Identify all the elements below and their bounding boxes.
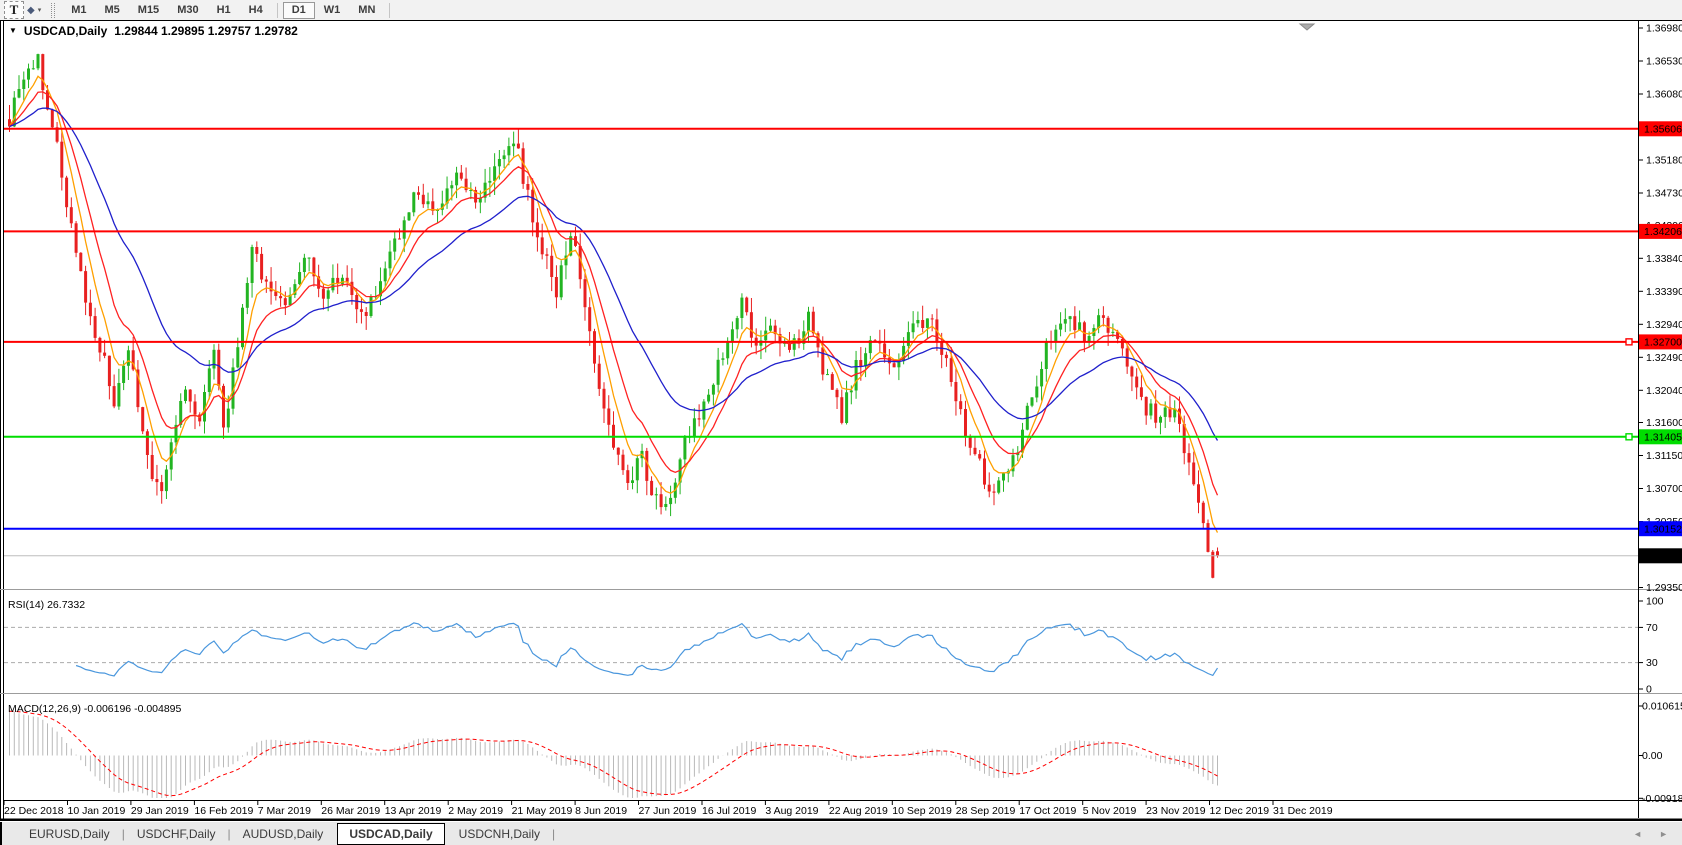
timeframe-button-m5[interactable]: M5 xyxy=(96,2,129,19)
tab-usdcad[interactable]: USDCAD,Daily xyxy=(337,823,444,845)
chart-tabs: EURUSD,Daily|USDCHF,Daily|AUDUSD,DailyUS… xyxy=(18,823,556,845)
chart-tab-bar: EURUSD,Daily|USDCHF,Daily|AUDUSD,DailyUS… xyxy=(0,822,1682,845)
svg-text:1.35606: 1.35606 xyxy=(1644,124,1682,136)
svg-text:1.33390: 1.33390 xyxy=(1646,286,1682,298)
timeframe-button-m1[interactable]: M1 xyxy=(62,2,95,19)
svg-text:29 Jan 2019: 29 Jan 2019 xyxy=(131,805,189,817)
svg-text:1.33840: 1.33840 xyxy=(1646,253,1682,265)
chart-ohlc-values: 1.29844 1.29895 1.29757 1.29782 xyxy=(114,24,298,38)
chart-title: ▼ USDCAD,Daily 1.29844 1.29895 1.29757 1… xyxy=(9,24,298,38)
tab-scroll-right-icon[interactable]: ► xyxy=(1659,829,1668,839)
macd-label: MACD(12,26,9) -0.006196 -0.004895 xyxy=(8,703,182,715)
chart-symbol-label: USDCAD,Daily xyxy=(24,24,107,38)
svg-text:12 Dec 2019: 12 Dec 2019 xyxy=(1210,805,1270,817)
svg-text:26 Mar 2019: 26 Mar 2019 xyxy=(321,805,380,817)
tab-audusd[interactable]: AUDUSD,Daily xyxy=(232,824,335,844)
svg-text:1.36980: 1.36980 xyxy=(1646,23,1682,35)
svg-text:1.32490: 1.32490 xyxy=(1646,352,1682,364)
timeframe-button-d1[interactable]: D1 xyxy=(283,2,315,19)
svg-text:1.31150: 1.31150 xyxy=(1646,450,1682,462)
svg-text:22 Aug 2019: 22 Aug 2019 xyxy=(829,805,888,817)
timeframe-button-h4[interactable]: H4 xyxy=(240,2,272,19)
svg-text:1.30152: 1.30152 xyxy=(1644,524,1682,536)
svg-text:31 Dec 2019: 31 Dec 2019 xyxy=(1273,805,1333,817)
svg-text:0.00: 0.00 xyxy=(1642,750,1663,762)
timeframe-buttons: M1M5M15M30H1H4 D1W1MN xyxy=(62,2,395,19)
tab-usdchf[interactable]: USDCHF,Daily xyxy=(126,824,227,844)
svg-text:70: 70 xyxy=(1646,622,1658,634)
svg-text:2 May 2019: 2 May 2019 xyxy=(448,805,503,817)
svg-text:5 Nov 2019: 5 Nov 2019 xyxy=(1083,805,1137,817)
svg-text:0.010615: 0.010615 xyxy=(1642,701,1682,713)
objects-dropdown-button[interactable]: ◆ ▾ xyxy=(24,1,44,19)
text-tool-button[interactable]: T xyxy=(4,1,24,19)
toolbar-separator xyxy=(277,3,278,18)
top-toolbar: T ◆ ▾ M1M5M15M30H1H4 D1W1MN xyxy=(0,0,1682,20)
tab-scroll-left-icon[interactable]: ◄ xyxy=(1633,829,1642,839)
rsi-label: RSI(14) 26.7332 xyxy=(8,599,85,611)
svg-text:21 May 2019: 21 May 2019 xyxy=(512,805,573,817)
svg-text:1.36530: 1.36530 xyxy=(1646,56,1682,68)
timeframe-button-mn[interactable]: MN xyxy=(349,2,384,19)
svg-text:30: 30 xyxy=(1646,657,1658,669)
chart-dropdown-icon[interactable]: ▼ xyxy=(9,27,17,35)
tab-scroll-arrows: ◄ ► xyxy=(1633,829,1682,839)
svg-text:0: 0 xyxy=(1646,684,1652,696)
chart-canvas[interactable]: 1.36980 1.36530 1.36080 1.35180 1.34730 1.342… xyxy=(0,0,1682,845)
svg-text:1.30700: 1.30700 xyxy=(1646,483,1682,495)
svg-text:1.32940: 1.32940 xyxy=(1646,319,1682,331)
svg-text:23 Nov 2019: 23 Nov 2019 xyxy=(1146,805,1206,817)
toolbar-separator xyxy=(389,3,390,18)
tab-eurusd[interactable]: EURUSD,Daily xyxy=(18,824,121,844)
tab-separator: | xyxy=(551,827,556,841)
svg-text:28 Sep 2019: 28 Sep 2019 xyxy=(956,805,1016,817)
timeframe-button-h1[interactable]: H1 xyxy=(208,2,240,19)
timeframe-button-m15[interactable]: M15 xyxy=(129,2,168,19)
svg-text:1.32040: 1.32040 xyxy=(1646,385,1682,397)
svg-text:1.36080: 1.36080 xyxy=(1646,89,1682,101)
svg-text:-0.009183: -0.009183 xyxy=(1642,793,1682,805)
tab-usdcnh[interactable]: USDCNH,Daily xyxy=(448,824,551,844)
svg-text:13 Apr 2019: 13 Apr 2019 xyxy=(385,805,442,817)
svg-text:1.31600: 1.31600 xyxy=(1646,417,1682,429)
svg-text:1.29350: 1.29350 xyxy=(1646,582,1682,594)
svg-text:22 Dec 2018: 22 Dec 2018 xyxy=(4,805,64,817)
objects-icon: ◆ xyxy=(27,5,35,16)
svg-text:100: 100 xyxy=(1646,596,1664,608)
svg-text:1.31405: 1.31405 xyxy=(1644,432,1682,444)
svg-text:27 Jun 2019: 27 Jun 2019 xyxy=(639,805,697,817)
svg-text:10 Sep 2019: 10 Sep 2019 xyxy=(892,805,952,817)
svg-text:10 Jan 2019: 10 Jan 2019 xyxy=(68,805,126,817)
svg-text:8 Jun 2019: 8 Jun 2019 xyxy=(575,805,627,817)
svg-text:17 Oct 2019: 17 Oct 2019 xyxy=(1019,805,1076,817)
svg-text:1.32700: 1.32700 xyxy=(1644,337,1682,349)
timeframe-button-m30[interactable]: M30 xyxy=(168,2,207,19)
svg-text:1.34206: 1.34206 xyxy=(1644,226,1682,238)
svg-text:1.29782: 1.29782 xyxy=(1644,551,1682,563)
svg-text:1.35180: 1.35180 xyxy=(1646,155,1682,167)
svg-text:7 Mar 2019: 7 Mar 2019 xyxy=(258,805,311,817)
timeframe-button-w1[interactable]: W1 xyxy=(315,2,350,19)
svg-text:16 Feb 2019: 16 Feb 2019 xyxy=(194,805,253,817)
svg-text:1.34730: 1.34730 xyxy=(1646,188,1682,200)
chevron-down-icon: ▾ xyxy=(38,6,42,14)
toolbar-grip[interactable] xyxy=(51,3,55,18)
svg-text:3 Aug 2019: 3 Aug 2019 xyxy=(765,805,818,817)
svg-text:16 Jul 2019: 16 Jul 2019 xyxy=(702,805,756,817)
